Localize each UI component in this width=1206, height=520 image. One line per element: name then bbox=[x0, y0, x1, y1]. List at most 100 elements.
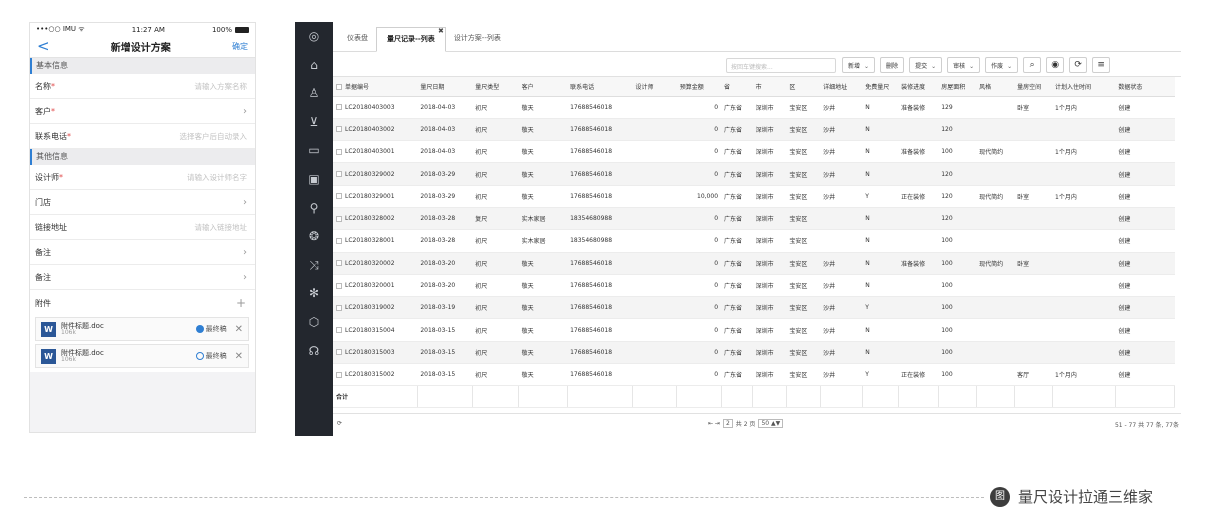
column-header[interactable]: 区 bbox=[786, 77, 821, 97]
cell-value: 17688546018 bbox=[570, 148, 613, 156]
column-header[interactable]: 量尺类型 bbox=[472, 77, 519, 97]
refresh-icon[interactable]: ⟳ bbox=[1069, 57, 1088, 73]
field-placeholder[interactable]: 请输入链接地址 bbox=[195, 222, 248, 233]
search-icon[interactable]: ⌕ bbox=[1023, 57, 1042, 73]
table-row[interactable]: LC20180320002 2018-03-20 初尺 敬天 17688546018 0 广… bbox=[333, 252, 1175, 275]
table-row[interactable]: LC20180328001 2018-03-28 初尺 实木家居 18354680988… bbox=[333, 229, 1175, 253]
row-checkbox[interactable] bbox=[336, 148, 342, 155]
chevron-right-icon[interactable]: › bbox=[243, 106, 247, 117]
form-row[interactable]: 客户* › bbox=[30, 99, 255, 124]
menu-icon[interactable]: ≡ bbox=[1092, 57, 1111, 73]
chevron-right-icon[interactable]: › bbox=[243, 272, 247, 283]
column-header[interactable]: 计划入住时间 bbox=[1052, 77, 1116, 97]
final-radio[interactable] bbox=[195, 352, 204, 360]
toolbar-button[interactable]: 作废 ⌄ bbox=[985, 57, 1019, 73]
shuffle-icon[interactable]: ⤨ bbox=[306, 257, 322, 273]
table-row[interactable]: LC20180328002 2018-03-28 复尺 实木家居 18354680988… bbox=[333, 207, 1175, 231]
tab-item[interactable]: 量尺记录--列表 ✖ bbox=[376, 27, 446, 52]
column-header[interactable]: 量尺日期 bbox=[417, 77, 473, 97]
table-row[interactable]: LC20180320001 2018-03-20 初尺 敬天 17688546018 0 广… bbox=[333, 274, 1175, 298]
home-icon[interactable]: ⌂ bbox=[306, 57, 322, 73]
field-placeholder[interactable]: 请输入方案名称 bbox=[195, 81, 248, 92]
compass-icon[interactable]: ◎ bbox=[306, 28, 322, 44]
table-row[interactable]: LC20180403003 2018-04-03 初尺 敬天 17688546018 0 广… bbox=[333, 96, 1175, 119]
table-row[interactable]: LC20180329001 2018-03-29 初尺 敬天 17688546018 10… bbox=[333, 185, 1175, 208]
table-row[interactable]: LC20180315003 2018-03-15 初尺 敬天 17688546018 0 广… bbox=[333, 341, 1175, 365]
confirm-button[interactable]: 确定 bbox=[232, 41, 248, 52]
field-placeholder[interactable]: 请输入设计师名字 bbox=[187, 172, 247, 183]
column-header[interactable]: 省 bbox=[721, 77, 753, 97]
final-radio[interactable] bbox=[195, 325, 204, 333]
tab-item[interactable]: 仪表盘 bbox=[339, 33, 376, 51]
form-row[interactable]: 设计师* 请输入设计师名字 bbox=[30, 165, 255, 190]
column-header[interactable]: 详细地址 bbox=[820, 77, 863, 97]
add-attachment-icon[interactable]: + bbox=[236, 296, 246, 310]
table-row[interactable]: LC20180329002 2018-03-29 初尺 敬天 17688546018 0 广… bbox=[333, 162, 1175, 186]
close-icon[interactable]: ✕ bbox=[235, 324, 243, 335]
toolbar-button[interactable]: 删除 bbox=[880, 57, 905, 73]
row-checkbox[interactable] bbox=[336, 349, 342, 356]
headset-icon[interactable]: ☊ bbox=[306, 343, 322, 359]
form-row[interactable]: 备注 › bbox=[30, 240, 255, 265]
column-header[interactable]: 预算金额 bbox=[676, 77, 722, 97]
column-header[interactable]: 市 bbox=[752, 77, 787, 97]
select-all-checkbox[interactable] bbox=[336, 84, 342, 91]
toolbar-button[interactable]: 新增 ⌄ bbox=[842, 57, 876, 73]
row-checkbox[interactable] bbox=[336, 126, 342, 133]
tab-close-icon[interactable]: ✖ bbox=[438, 27, 444, 35]
form-row[interactable]: 备注 › bbox=[30, 265, 255, 290]
refresh-icon[interactable]: ⟳ bbox=[337, 420, 342, 427]
table-row[interactable]: LC20180319002 2018-03-19 初尺 敬天 17688546018 0 广… bbox=[333, 296, 1175, 320]
form-row[interactable]: 门店 › bbox=[30, 190, 255, 215]
eye-icon[interactable]: ◉ bbox=[1046, 57, 1065, 73]
row-checkbox[interactable] bbox=[336, 304, 342, 311]
table-row[interactable]: LC20180403001 2018-04-03 初尺 敬天 17688546018 0 广… bbox=[333, 140, 1175, 164]
column-header[interactable]: 联系电话 bbox=[567, 77, 633, 97]
column-header[interactable]: 设计师 bbox=[632, 77, 677, 97]
row-checkbox[interactable] bbox=[336, 282, 342, 289]
row-checkbox[interactable] bbox=[336, 104, 342, 111]
close-icon[interactable]: ✕ bbox=[235, 351, 243, 362]
form-row[interactable]: 名称* 请输入方案名称 bbox=[30, 74, 255, 99]
row-checkbox[interactable] bbox=[336, 171, 342, 178]
column-header[interactable]: 量房空间 bbox=[1014, 77, 1053, 97]
search-input[interactable]: 按回车键搜索... bbox=[726, 58, 836, 73]
table-row[interactable]: LC20180315004 2018-03-15 初尺 敬天 17688546018 0 广… bbox=[333, 318, 1175, 342]
row-checkbox[interactable] bbox=[336, 193, 342, 200]
column-header[interactable]: 单据编号 bbox=[333, 77, 418, 97]
wrench-icon[interactable]: ⚲ bbox=[306, 200, 322, 216]
briefcase-icon[interactable]: ▣ bbox=[306, 171, 322, 187]
column-header[interactable]: 装修进度 bbox=[898, 77, 939, 97]
settings-icon[interactable]: ✻ bbox=[306, 285, 322, 301]
toolbar-button[interactable]: 审核 ⌄ bbox=[947, 57, 981, 73]
table-row[interactable]: LC20180403002 2018-04-03 初尺 敬天 17688546018 0 广… bbox=[333, 118, 1175, 142]
row-checkbox[interactable] bbox=[336, 237, 342, 244]
form-row[interactable]: 联系电话* 选择客户后自动录入 bbox=[30, 124, 255, 149]
column-header[interactable]: 客户 bbox=[518, 77, 568, 97]
cart-icon[interactable]: ⊻ bbox=[306, 114, 322, 130]
column-header[interactable]: 风格 bbox=[976, 77, 1015, 97]
inbox-icon[interactable]: ▭ bbox=[306, 142, 322, 158]
toolbar-button[interactable]: 提交 ⌄ bbox=[909, 57, 943, 73]
table-cell: 2018-03-29 bbox=[417, 185, 473, 208]
row-checkbox[interactable] bbox=[336, 260, 342, 267]
tab-item[interactable]: 设计方案--列表 bbox=[446, 33, 509, 51]
gear-icon[interactable]: ❂ bbox=[306, 228, 322, 244]
chevron-right-icon[interactable]: › bbox=[243, 197, 247, 208]
form-row[interactable]: 链接地址 请输入链接地址 bbox=[30, 215, 255, 240]
shield-icon[interactable]: ⬡ bbox=[306, 314, 322, 330]
user-icon[interactable]: ♙ bbox=[306, 85, 322, 101]
column-header[interactable]: 数据状态 bbox=[1115, 77, 1175, 97]
page-size-select[interactable]: 50 ▲▼ bbox=[758, 419, 784, 428]
row-checkbox[interactable] bbox=[336, 371, 342, 378]
table-row[interactable]: LC20180315002 2018-03-15 初尺 敬天 17688546018 0 广… bbox=[333, 363, 1175, 387]
back-button[interactable]: < bbox=[37, 39, 50, 54]
column-header[interactable]: 免费量尺 bbox=[862, 77, 899, 97]
field-placeholder[interactable]: 选择客户后自动录入 bbox=[180, 131, 248, 142]
row-checkbox[interactable] bbox=[336, 215, 342, 222]
pager-prev-next[interactable]: ⇤ ⇥ bbox=[708, 420, 720, 427]
row-checkbox[interactable] bbox=[336, 327, 342, 334]
page-number-input[interactable]: 2 bbox=[722, 419, 733, 428]
chevron-right-icon[interactable]: › bbox=[243, 247, 247, 258]
column-header[interactable]: 房屋面积 bbox=[938, 77, 977, 97]
